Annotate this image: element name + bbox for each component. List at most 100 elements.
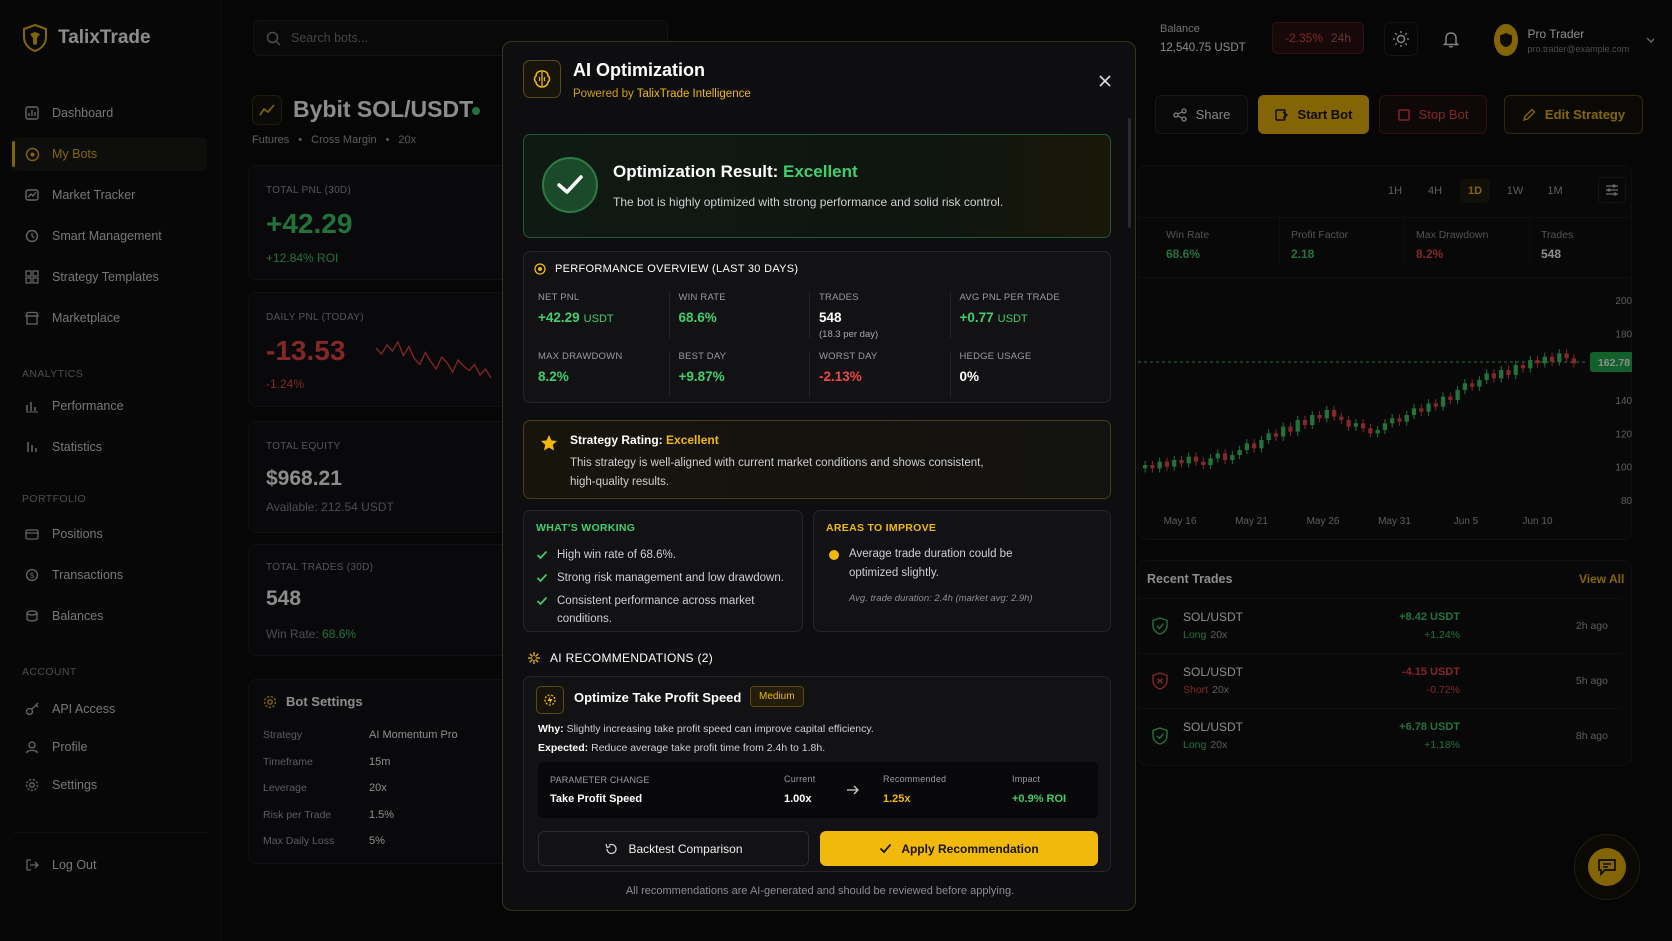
metric-label: WIN RATE: [678, 292, 726, 303]
backtest-comparison-button[interactable]: Backtest Comparison: [538, 831, 809, 866]
result-description: The bot is highly optimized with strong …: [613, 195, 1004, 209]
performance-overview-panel: PERFORMANCE OVERVIEW (LAST 30 DAYS) NET …: [523, 251, 1111, 403]
metric-unit: USDT: [583, 313, 614, 325]
overview-title: PERFORMANCE OVERVIEW (LAST 30 DAYS): [555, 263, 799, 275]
metric-label: NET PNL: [538, 292, 580, 303]
metric-label: TRADES: [819, 292, 859, 303]
parameter-change-box: PARAMETER CHANGE Take Profit Speed Curre…: [538, 762, 1098, 818]
rec-why-label: Why:: [538, 723, 564, 735]
strategy-rating-panel: Strategy Rating: Excellent This strategy…: [523, 420, 1111, 499]
metric-value: +42.29 USDT: [538, 310, 614, 325]
metric-label: MAX DRAWDOWN: [538, 351, 623, 362]
modal-scrollbar[interactable]: [1128, 118, 1131, 228]
metric-cell: WORST DAY -2.13%: [819, 351, 949, 384]
metric-cell: AVG PNL PER TRADE +0.77 USDT: [960, 292, 1090, 325]
modal-footer-note: All recommendations are AI-generated and…: [625, 885, 1015, 897]
metric-divider: [809, 292, 810, 338]
metric-value: 0%: [959, 369, 980, 384]
overview-header: PERFORMANCE OVERVIEW (LAST 30 DAYS): [534, 263, 798, 275]
working-item: High win rate of 68.6%.: [536, 546, 796, 564]
recommendations-title: AI RECOMMENDATIONS (2): [550, 651, 714, 665]
green-check-icon: [536, 573, 548, 583]
recommended-label: Recommended: [883, 774, 947, 784]
green-check-icon: [536, 550, 548, 560]
rating-label: Strategy Rating:: [570, 433, 663, 447]
metric-cell: HEDGE USAGE 0%: [960, 351, 1090, 384]
impact-label: Impact: [1012, 774, 1041, 784]
subtitle-brand: TalixTrade Intelligence: [636, 88, 751, 100]
metric-cell: BEST DAY +9.87%: [679, 351, 809, 384]
metric-divider: [668, 351, 670, 397]
metric-label: WORST DAY: [819, 351, 878, 362]
metric-divider: [949, 351, 951, 397]
result-check-badge: [542, 157, 598, 213]
recommendation-card: Optimize Take Profit Speed Medium Why: S…: [523, 676, 1111, 872]
rec-icon-badge: [536, 686, 564, 714]
metric-label: BEST DAY: [678, 351, 727, 362]
result-heading: Optimization Result: Excellent: [613, 162, 858, 182]
rating-description: This strategy is well-aligned with curre…: [570, 457, 984, 488]
ai-optimization-modal: AI Optimization Powered by TalixTrade In…: [502, 41, 1136, 911]
metric-cell: WIN RATE 68.6%: [679, 292, 809, 325]
metric-value: +0.77 USDT: [959, 310, 1028, 325]
whats-working-title: WHAT'S WORKING: [536, 522, 636, 534]
metric-cell: MAX DRAWDOWN 8.2%: [538, 351, 668, 384]
close-icon: [1099, 75, 1111, 87]
metric-cell: TRADES 548 (18.3 per day): [819, 292, 949, 340]
lightning-gear-icon: [544, 694, 556, 706]
metric-label: HEDGE USAGE: [959, 351, 1032, 362]
working-item-text: High win rate of 68.6%.: [557, 549, 676, 561]
whats-working-panel: WHAT'S WORKING High win rate of 68.6%. St…: [523, 510, 803, 632]
metric-value: 548: [819, 310, 842, 325]
result-grade: Excellent: [783, 162, 858, 181]
rec-why: Why: Slightly increasing take profit spe…: [538, 723, 874, 735]
rec-expected-text: Reduce average take profit time from 2.4…: [591, 742, 826, 754]
ai-brain-badge: [523, 60, 561, 98]
rec-title: Optimize Take Profit Speed: [574, 690, 742, 705]
improve-note: Avg. trade duration: 2.4h (market avg: 2…: [849, 593, 1033, 604]
working-item: Consistent performance across market con…: [536, 592, 796, 628]
current-label: Current: [784, 774, 816, 784]
improve-bullet: [829, 550, 839, 560]
recommendations-header: AI RECOMMENDATIONS (2): [527, 651, 713, 665]
impact-value: +0.9% ROI: [1012, 793, 1067, 805]
metric-cell: NET PNL +42.29 USDT: [538, 292, 668, 325]
modal-subtitle: Powered by TalixTrade Intelligence: [573, 88, 751, 100]
rec-why-text: Slightly increasing take profit speed ca…: [566, 723, 874, 735]
areas-to-improve-title: AREAS TO IMPROVE: [826, 522, 937, 534]
metric-value: 68.6%: [678, 310, 717, 325]
history-icon: [605, 843, 618, 854]
rating-heading: Strategy Rating: Excellent: [570, 433, 719, 447]
arrow-right-icon: [847, 785, 859, 795]
recommended-value: 1.25x: [883, 793, 911, 805]
backtest-label: Backtest Comparison: [628, 841, 743, 856]
modal-title: AI Optimization: [573, 60, 705, 80]
optimization-result-panel: Optimization Result: Excellent The bot i…: [523, 134, 1111, 238]
apply-label: Apply Recommendation: [901, 841, 1039, 856]
working-item-text: Strong risk management and low drawdown.: [557, 572, 784, 584]
metric-unit: USDT: [997, 313, 1028, 325]
check-icon: [880, 843, 892, 854]
metric-note: (18.3 per day): [819, 329, 879, 340]
param-name: Take Profit Speed: [550, 793, 643, 805]
param-header: PARAMETER CHANGE: [550, 775, 650, 785]
star-icon: [541, 435, 557, 451]
metric-label: AVG PNL PER TRADE: [959, 292, 1060, 303]
priority-badge: Medium: [750, 686, 804, 707]
metric-value: +9.87%: [678, 369, 725, 384]
subtitle-prefix: Powered by: [573, 88, 634, 100]
metric-value: -2.13%: [819, 369, 862, 384]
working-item-text: Consistent performance across market con…: [557, 595, 755, 625]
target-icon: [534, 263, 546, 275]
apply-recommendation-button[interactable]: Apply Recommendation: [820, 831, 1098, 866]
metric-value: 8.2%: [538, 369, 569, 384]
modal-close-button[interactable]: [1094, 70, 1116, 92]
brain-icon: [533, 70, 551, 88]
metric-divider: [809, 351, 810, 397]
result-title: Optimization Result:: [613, 162, 779, 181]
rating-value: Excellent: [666, 433, 719, 447]
areas-to-improve-panel: AREAS TO IMPROVE Average trade duration …: [813, 510, 1111, 632]
checkmark-icon: [557, 175, 583, 194]
metric-divider: [949, 292, 951, 338]
metric-divider: [668, 292, 670, 338]
